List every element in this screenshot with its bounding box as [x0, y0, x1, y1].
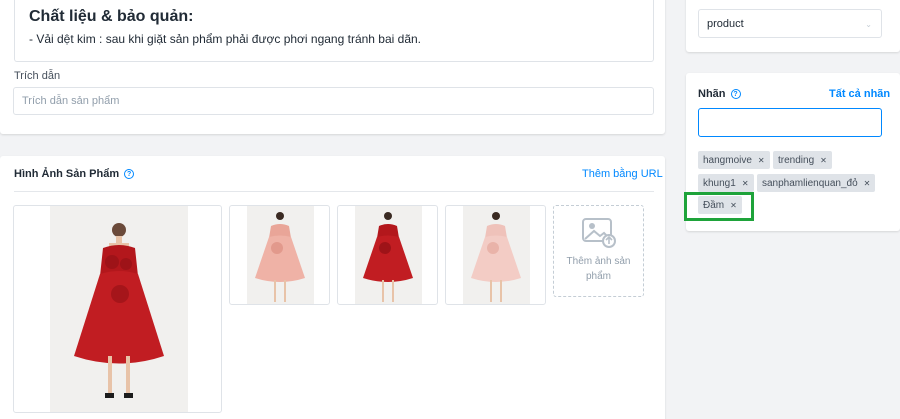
tag-chip: sanphamlienquan_đỏ ✕	[757, 174, 876, 192]
product-image-main[interactable]	[13, 205, 222, 413]
product-photo	[50, 206, 188, 412]
close-icon[interactable]: ✕	[820, 156, 827, 165]
help-icon[interactable]: ?	[730, 89, 741, 99]
close-icon[interactable]: ✕	[758, 156, 765, 165]
tag-label: trending	[778, 154, 815, 166]
product-images-title-text: Hình Ảnh Sản Phẩm	[14, 168, 120, 180]
tag-input[interactable]	[698, 108, 882, 137]
pink-dress-photo	[255, 212, 305, 302]
product-type-value: product	[707, 17, 744, 30]
product-images-title: Hình Ảnh Sản Phẩm ?	[14, 168, 135, 180]
product-image-thumb[interactable]	[445, 205, 546, 305]
red-dress-photo	[74, 223, 164, 398]
excerpt-label: Trích dẫn	[14, 70, 61, 82]
description-text: - Vải dệt kim : sau khi giặt sản phẩm ph…	[29, 32, 421, 46]
close-icon[interactable]: ✕	[864, 179, 871, 188]
description-heading: Chất liệu & bảo quản:	[29, 8, 194, 25]
excerpt-placeholder: Trích dẫn sản phẩm	[22, 95, 120, 107]
tag-label: khung1	[703, 177, 736, 189]
product-photo	[355, 206, 422, 304]
tag-label: hangmoive	[703, 154, 752, 166]
help-icon[interactable]: ?	[124, 169, 135, 179]
tags-title-text: Nhãn	[698, 88, 726, 100]
product-images-card: Hình Ảnh Sản Phẩm ? Thêm bằng URL Thêm ả…	[0, 156, 665, 419]
divider	[14, 191, 654, 192]
excerpt-input[interactable]: Trích dẫn sản phẩm	[13, 87, 654, 115]
all-tags-link[interactable]: Tất cả nhãn	[829, 88, 890, 100]
add-image-icon	[581, 218, 616, 248]
red-dress-photo	[363, 212, 413, 302]
add-image-button[interactable]: Thêm ảnh sản phẩm	[553, 205, 644, 297]
close-icon[interactable]: ✕	[742, 179, 749, 188]
product-image-thumb[interactable]	[337, 205, 438, 305]
highlight-box	[684, 192, 754, 221]
tag-chip: hangmoive ✕	[698, 151, 770, 169]
chevron-down-icon: ⌄	[865, 20, 872, 29]
product-image-thumb[interactable]	[229, 205, 330, 305]
product-photo	[463, 206, 530, 304]
description-editor[interactable]: Chất liệu & bảo quản: - Vải dệt kim : sa…	[14, 0, 654, 62]
add-image-label: Thêm ảnh sản phẩm	[566, 256, 631, 282]
tag-label: sanphamlienquan_đỏ	[762, 177, 858, 189]
tag-chip: trending ✕	[773, 151, 832, 169]
tags-title: Nhãn ?	[698, 88, 741, 100]
product-type-select[interactable]: product ⌄	[698, 9, 882, 38]
tag-chip: khung1 ✕	[698, 174, 754, 192]
light-pink-dress-photo	[471, 212, 521, 302]
product-type-card: product ⌄	[686, 0, 900, 52]
add-by-url-link[interactable]: Thêm bằng URL	[582, 168, 663, 180]
product-photo	[247, 206, 314, 304]
description-card: Chất liệu & bảo quản: - Vải dệt kim : sa…	[0, 0, 665, 134]
